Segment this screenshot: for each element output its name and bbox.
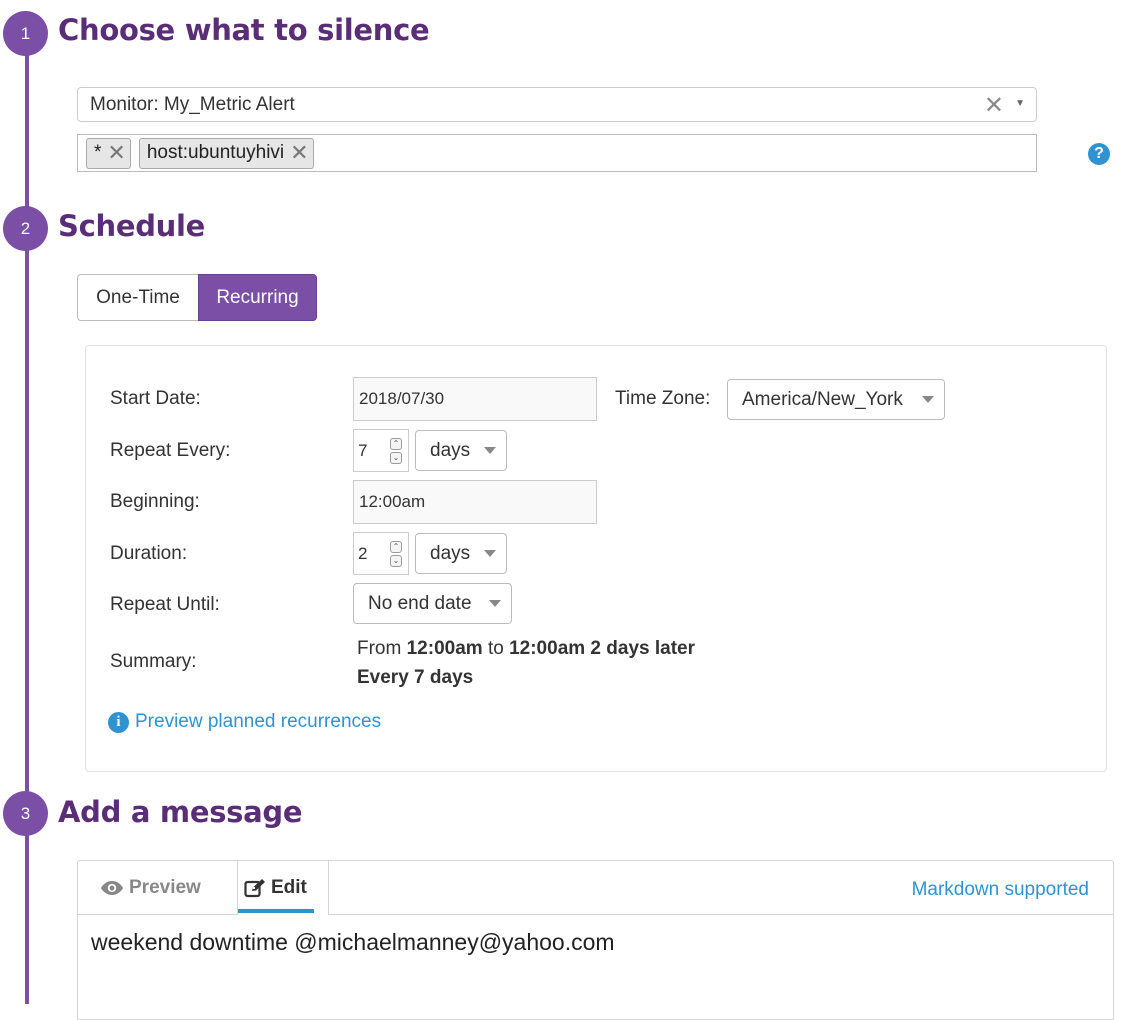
time-zone-value: America/New_York [742,388,903,410]
repeat-until-select[interactable]: No end date [353,583,512,624]
time-zone-select[interactable]: America/New_York [727,379,945,420]
preview-recurrences-link[interactable]: i Preview planned recurrences [108,711,381,733]
beginning-label: Beginning: [110,491,200,512]
summary-from: From [357,638,402,659]
repeat-until-label: Repeat Until: [110,594,220,615]
time-zone-label: Time Zone: [615,388,711,409]
duration-unit-value: days [430,542,471,564]
repeat-every-label: Repeat Every: [110,440,231,461]
step-number-2: 2 [3,206,48,251]
scope-tag: * ✕ [86,137,131,169]
chevron-up-icon[interactable]: ⌃ [390,541,402,553]
tab-edit-label: Edit [271,877,307,898]
step-title-message: Add a message [58,795,303,829]
step-title-choose: Choose what to silence [58,13,430,47]
tab-edit-content: Edit [244,877,307,899]
duration-label: Duration: [110,543,188,564]
scope-tag: host:ubuntuyhivi ✕ [138,137,314,169]
duration-value: 2 [358,543,368,563]
repeat-every-unit-value: days [430,439,471,461]
pencil-square-icon [244,879,265,898]
one-time-button[interactable]: One-Time [77,274,198,321]
step-number-1: 1 [3,11,48,56]
chevron-down-icon [484,550,496,557]
tab-preview-label: Preview [129,877,201,898]
message-tabs: Preview Edit Markdown supported [78,861,1113,915]
chevron-down-icon[interactable]: ⌄ [390,452,402,464]
summary-label: Summary: [110,651,197,672]
chevron-down-icon[interactable]: ▼ [1015,98,1025,109]
repeat-every-unit-select[interactable]: days [415,430,507,471]
scope-tags-input[interactable]: * ✕ host:ubuntuyhivi ✕ [77,134,1037,172]
close-icon[interactable]: ✕ [984,91,1004,120]
active-tab-indicator [238,909,314,913]
message-textarea[interactable]: weekend downtime @michaelmanney@yahoo.co… [91,929,615,956]
question-circle-icon[interactable]: ? [1088,143,1110,165]
repeat-every-stepper[interactable]: 7 ⌃ ⌄ [353,429,409,472]
start-date-label: Start Date: [110,388,201,409]
duration-unit-select[interactable]: days [415,533,507,574]
tab-preview[interactable]: Preview [100,877,201,899]
scope-tag-label: * [94,142,102,163]
message-editor: Preview Edit Markdown supported weekend … [77,860,1114,1020]
close-icon[interactable]: ✕ [290,142,308,164]
summary-line-2: Every 7 days [357,663,695,692]
preview-recurrences-label: Preview planned recurrences [135,711,382,732]
stepper-arrows[interactable]: ⌃ ⌄ [390,438,402,464]
chevron-down-icon[interactable]: ⌄ [390,555,402,567]
summary-every: Every 7 days [357,667,474,688]
recurring-button[interactable]: Recurring [198,274,317,321]
repeat-every-value: 7 [358,440,368,460]
beginning-input[interactable]: 12:00am [353,480,597,524]
chevron-up-icon[interactable]: ⌃ [390,438,402,450]
tab-edit[interactable]: Edit [237,861,329,915]
summary-start-time: 12:00am [406,638,483,659]
chevron-down-icon [484,447,496,454]
chevron-down-icon [489,600,501,607]
monitor-select[interactable]: Monitor: My_Metric Alert ✕ ▼ [77,87,1037,122]
scope-tag-label: host:ubuntuyhivi [146,142,285,163]
info-circle-icon: i [108,711,129,733]
close-icon[interactable]: ✕ [107,142,125,164]
step-timeline [25,20,29,1004]
markdown-supported-link[interactable]: Markdown supported [912,879,1089,901]
repeat-until-value: No end date [368,592,472,614]
step-title-schedule: Schedule [58,209,206,243]
monitor-select-value: Monitor: My_Metric Alert [90,93,295,115]
start-date-input[interactable]: 2018/07/30 [353,377,597,421]
duration-stepper[interactable]: 2 ⌃ ⌄ [353,532,409,575]
summary-to: to [487,638,504,659]
chevron-down-icon [922,396,934,403]
summary-end: 12:00am 2 days later [509,638,695,659]
schedule-summary: From 12:00am to 12:00am 2 days later Eve… [357,634,695,692]
eye-icon [101,881,123,895]
schedule-type-toggle: One-Time Recurring [77,274,317,321]
summary-line-1: From 12:00am to 12:00am 2 days later [357,634,695,663]
step-number-3: 3 [3,791,48,836]
stepper-arrows[interactable]: ⌃ ⌄ [390,541,402,567]
